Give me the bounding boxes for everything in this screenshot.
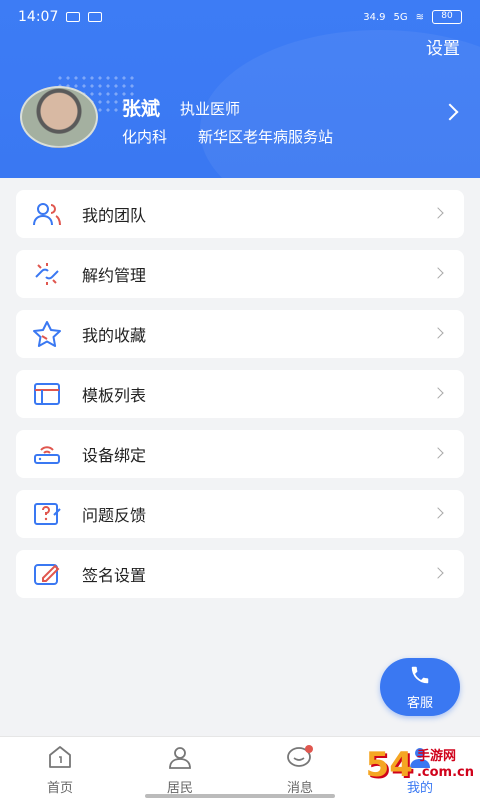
customer-service-button[interactable]: 客服: [380, 658, 460, 716]
tab-residents[interactable]: 居民: [120, 737, 240, 800]
service-station: 新华区老年病服务站: [198, 128, 334, 146]
signal-label: 5G: [393, 11, 408, 23]
status-time: 14:07: [18, 9, 59, 25]
message-icon: [285, 745, 315, 773]
team-icon: [32, 199, 62, 229]
chevron-right-icon[interactable]: [441, 103, 459, 121]
chevron-right-icon: [432, 387, 444, 399]
app-notification-icon: [88, 12, 103, 22]
tab-home[interactable]: 首页: [0, 737, 120, 800]
menu-list: 我的团队 解约管理 我的收藏 模板列表 设备绑定 问题反馈 签名设置: [16, 190, 464, 610]
menu-item-device-binding[interactable]: 设备绑定: [16, 430, 464, 478]
menu-item-favorites[interactable]: 我的收藏: [16, 310, 464, 358]
unlink-icon: [32, 259, 62, 289]
menu-item-label: 问题反馈: [82, 506, 147, 525]
wechat-icon: [66, 12, 81, 22]
customer-service-label: 客服: [406, 695, 433, 711]
menu-item-label: 签名设置: [82, 566, 147, 585]
department: 化内科: [122, 128, 168, 146]
star-icon: [32, 319, 62, 349]
gesture-bar: [145, 794, 335, 798]
network-speed: 34.9: [363, 11, 386, 23]
watermark-number: 54: [365, 745, 413, 785]
menu-item-label: 设备绑定: [82, 446, 147, 465]
menu-item-feedback[interactable]: 问题反馈: [16, 490, 464, 538]
profile-header: 14:07 34.9 5G ≋ 80 设置 张斌 执业医师 化内科 新华区老年病…: [0, 0, 480, 178]
feedback-icon: [32, 499, 62, 529]
tab-label: 首页: [46, 781, 73, 796]
menu-item-label: 我的收藏: [82, 326, 147, 345]
doctor-profile[interactable]: 张斌 执业医师 化内科 新华区老年病服务站: [20, 86, 460, 152]
wifi-icon: ≋: [415, 11, 424, 23]
menu-item-team[interactable]: 我的团队: [16, 190, 464, 238]
watermark-domain: .com.cn: [416, 765, 474, 780]
avatar: [20, 86, 98, 148]
status-bar: 14:07 34.9 5G ≋ 80: [0, 0, 480, 34]
menu-item-label: 模板列表: [82, 386, 147, 405]
menu-item-unlink[interactable]: 解约管理: [16, 250, 464, 298]
signature-icon: [32, 559, 62, 589]
battery-icon: 80: [432, 10, 462, 24]
phone-icon: [409, 664, 431, 690]
settings-link[interactable]: 设置: [426, 34, 460, 59]
chevron-right-icon: [432, 567, 444, 579]
doctor-title: 执业医师: [180, 100, 241, 118]
chevron-right-icon: [432, 507, 444, 519]
template-icon: [32, 379, 62, 409]
chevron-right-icon: [432, 327, 444, 339]
watermark-logo: 54 手游网 .com.cn: [330, 730, 480, 800]
menu-item-label: 我的团队: [82, 206, 147, 225]
device-icon: [32, 439, 62, 469]
menu-item-templates[interactable]: 模板列表: [16, 370, 464, 418]
menu-item-label: 解约管理: [82, 266, 147, 285]
chevron-right-icon: [432, 207, 444, 219]
menu-item-signature[interactable]: 签名设置: [16, 550, 464, 598]
resident-icon: [167, 745, 193, 773]
watermark-text: 手游网: [416, 749, 456, 764]
home-icon: [47, 745, 73, 773]
chevron-right-icon: [432, 447, 444, 459]
doctor-name: 张斌: [122, 98, 161, 120]
chevron-right-icon: [432, 267, 444, 279]
